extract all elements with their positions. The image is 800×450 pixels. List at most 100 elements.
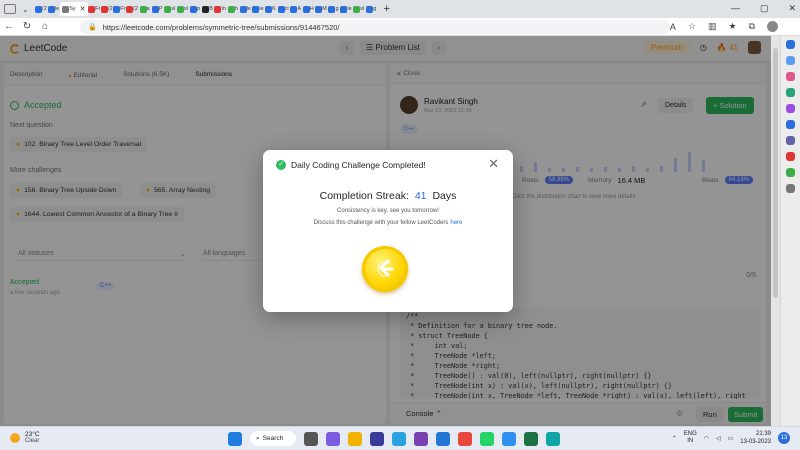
chat-icon[interactable] (326, 431, 340, 446)
office-icon[interactable] (786, 136, 795, 145)
tab-favicon-icon (100, 5, 108, 13)
tab-actions-icon[interactable]: ⌄ (22, 5, 29, 14)
browser-tab[interactable]: Fr (88, 2, 101, 16)
tray-chevron-icon[interactable]: ⌃ (672, 435, 677, 442)
streak-value: 41 (414, 190, 427, 202)
tools-icon[interactable] (786, 88, 795, 97)
taskbar-search[interactable]: ⌕ Search (250, 431, 296, 446)
favorites-icon[interactable]: ★ (728, 21, 736, 32)
browser-tab[interactable]: g (365, 2, 378, 16)
new-tab-icon[interactable]: + (384, 3, 390, 15)
notification-badge[interactable]: 13 (778, 432, 790, 444)
tab-favicon-icon (353, 5, 361, 13)
browser-tab[interactable]: sl (176, 2, 189, 16)
close-icon[interactable]: ✕ (488, 156, 499, 172)
browser-tab[interactable]: p (189, 2, 202, 16)
back-icon[interactable]: ← (0, 21, 18, 32)
browser-tab[interactable]: g (327, 2, 340, 16)
browser-tab[interactable]: h (226, 2, 239, 16)
system-tray: ⌃ ENG IN ◠ ◁ ▭ 21:39 13-03-2023 13 (672, 430, 790, 446)
browser-tab[interactable]: A (289, 2, 302, 16)
tab-favicon-icon (290, 5, 298, 13)
mail-icon[interactable] (502, 431, 516, 446)
browser-tab[interactable]: ci (277, 2, 290, 16)
split-screen-icon[interactable]: ▥ (708, 21, 717, 32)
profile-icon[interactable] (767, 21, 778, 32)
telegram-icon[interactable] (786, 152, 795, 161)
tab-favicon-icon (88, 5, 96, 13)
tab-favicon-icon (35, 5, 43, 13)
browser-tab[interactable]: B (201, 2, 214, 16)
browser-tab[interactable]: le (239, 2, 252, 16)
page-scrollbar[interactable] (771, 36, 780, 426)
browser-tab[interactable]: M (315, 2, 328, 16)
browser-tab[interactable]: Fr (113, 2, 126, 16)
excel-icon[interactable] (524, 431, 538, 446)
discuss-link[interactable]: here (450, 220, 462, 226)
store-icon[interactable] (370, 431, 384, 446)
browser-tab[interactable]: H (302, 2, 315, 16)
edge-browser-icon[interactable] (392, 431, 406, 446)
tab-favicon-icon (189, 5, 197, 13)
tab-label: le (347, 6, 352, 12)
add-sidebar-icon[interactable] (786, 184, 795, 193)
scrollbar-thumb[interactable] (773, 48, 778, 298)
tab-favicon-icon (176, 5, 184, 13)
favorite-icon[interactable]: ☆ (688, 21, 696, 32)
browser-tab[interactable]: a (138, 2, 151, 16)
vscode-icon[interactable] (436, 431, 450, 446)
browser-tab[interactable]: le (340, 2, 353, 16)
browser-tab[interactable]: (2 (100, 2, 113, 16)
weather-desc: Clear (25, 438, 40, 444)
edge-dev-icon[interactable] (546, 431, 560, 446)
collections-icon[interactable]: ⧉ (749, 21, 755, 32)
browser-tab[interactable]: K (264, 2, 277, 16)
shopping-icon[interactable] (786, 72, 795, 81)
tab-favicon-icon (47, 5, 55, 13)
browser-tab[interactable]: (2 (126, 2, 139, 16)
tab-favicon-icon (252, 5, 260, 13)
bing-icon[interactable] (786, 56, 795, 65)
volume-icon[interactable]: ◁ (716, 435, 721, 442)
windows-start-icon[interactable] (228, 431, 242, 446)
read-aloud-icon[interactable]: A (670, 22, 676, 32)
browser-tab-bar: ⌄ (2 le Sy ✕ Fr (2 Fr (2 a Psl sl p B In h le le Kci A H Mg l… (0, 0, 800, 18)
refresh-icon[interactable]: ↻ (18, 21, 36, 32)
region-code: IN (687, 438, 694, 444)
battery-icon[interactable]: ▭ (728, 435, 734, 442)
tab-label: B (209, 6, 213, 12)
streak-line: Completion Streak: 41 Days (263, 190, 513, 202)
onenote-icon[interactable] (414, 431, 428, 446)
browser-tab[interactable]: sl (352, 2, 365, 16)
workspaces-icon[interactable] (4, 4, 16, 14)
clock[interactable]: 21:39 13-03-2023 (740, 430, 771, 446)
whatsapp-icon[interactable] (480, 431, 494, 446)
url-field[interactable]: 🔒 https://leetcode.com/problems/symmetri… (80, 20, 670, 34)
minimize-icon[interactable]: — (731, 3, 740, 14)
home-icon[interactable]: ⌂ (36, 21, 54, 32)
wifi-icon[interactable]: ◠ (704, 435, 709, 442)
lock-icon: 🔒 (88, 24, 97, 31)
browser-tab[interactable]: le (47, 2, 60, 16)
browser-tab[interactable]: P (151, 2, 164, 16)
browser-tab[interactable]: sl (163, 2, 176, 16)
file-explorer-icon[interactable] (348, 431, 362, 446)
drive-icon[interactable] (786, 168, 795, 177)
games-icon[interactable] (786, 104, 795, 113)
weather-widget[interactable]: 23°C Clear (10, 431, 40, 444)
browser-tab[interactable]: Sy ✕ (59, 2, 88, 16)
browser-tab[interactable]: (2 (35, 2, 48, 16)
outlook-icon[interactable] (786, 120, 795, 129)
modal-title-text: Daily Coding Challenge Completed! (291, 160, 426, 170)
chrome-icon[interactable] (458, 431, 472, 446)
browser-tab[interactable]: le (252, 2, 265, 16)
task-view-icon[interactable] (304, 431, 318, 446)
browser-tab[interactable]: In (214, 2, 227, 16)
maximize-icon[interactable]: ▢ (760, 3, 769, 14)
discuss-text: Discuss this challenge with your fellow … (313, 220, 449, 226)
close-window-icon[interactable]: ✕ (788, 3, 796, 14)
search-sidebar-icon[interactable] (786, 40, 795, 49)
tab-label: h (234, 6, 238, 12)
input-language[interactable]: ENG IN (684, 431, 697, 445)
close-tab-icon[interactable]: ✕ (80, 5, 86, 13)
